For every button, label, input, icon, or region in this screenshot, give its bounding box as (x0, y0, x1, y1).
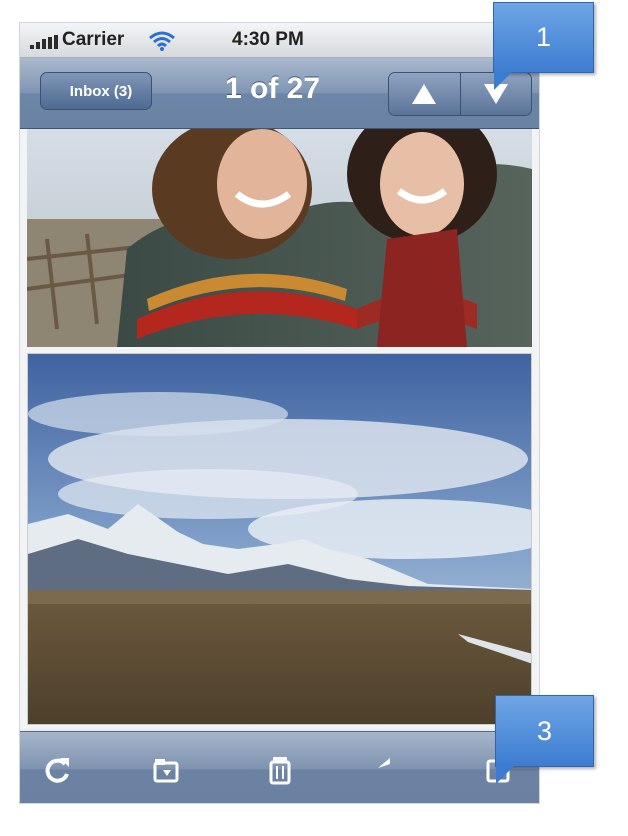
inbox-back-button[interactable]: Inbox (3) (40, 72, 152, 110)
message-body[interactable] (20, 129, 539, 729)
move-to-folder-button[interactable] (148, 752, 184, 788)
navigation-bar: Inbox (3) 1 of 27 (20, 58, 539, 129)
signal-strength-icon (30, 35, 58, 49)
refresh-icon (45, 758, 69, 783)
trash-icon (269, 757, 291, 785)
up-triangle-icon (412, 84, 437, 104)
carrier-label: Carrier (62, 29, 125, 50)
clock-time: 4:30 PM (232, 29, 304, 50)
callout-marker-3: 3 (495, 695, 594, 784)
reply-button[interactable] (375, 752, 411, 788)
wifi-icon (148, 31, 176, 57)
phone-screen: Carrier 4:30 PM Inbox (3) 1 of 27 (19, 22, 540, 804)
callout-marker-1: 1 (493, 2, 594, 90)
refresh-button[interactable] (40, 752, 76, 788)
previous-message-button[interactable] (389, 73, 460, 115)
delete-button[interactable] (262, 752, 298, 788)
status-bar: Carrier 4:30 PM (20, 23, 539, 58)
move-to-folder-icon (153, 759, 179, 783)
reply-icon (378, 758, 390, 768)
photo-mountain-landscape (27, 353, 532, 725)
message-counter-title: 1 of 27 (225, 72, 321, 105)
message-toolbar (20, 731, 539, 803)
photo-two-women (27, 129, 532, 347)
